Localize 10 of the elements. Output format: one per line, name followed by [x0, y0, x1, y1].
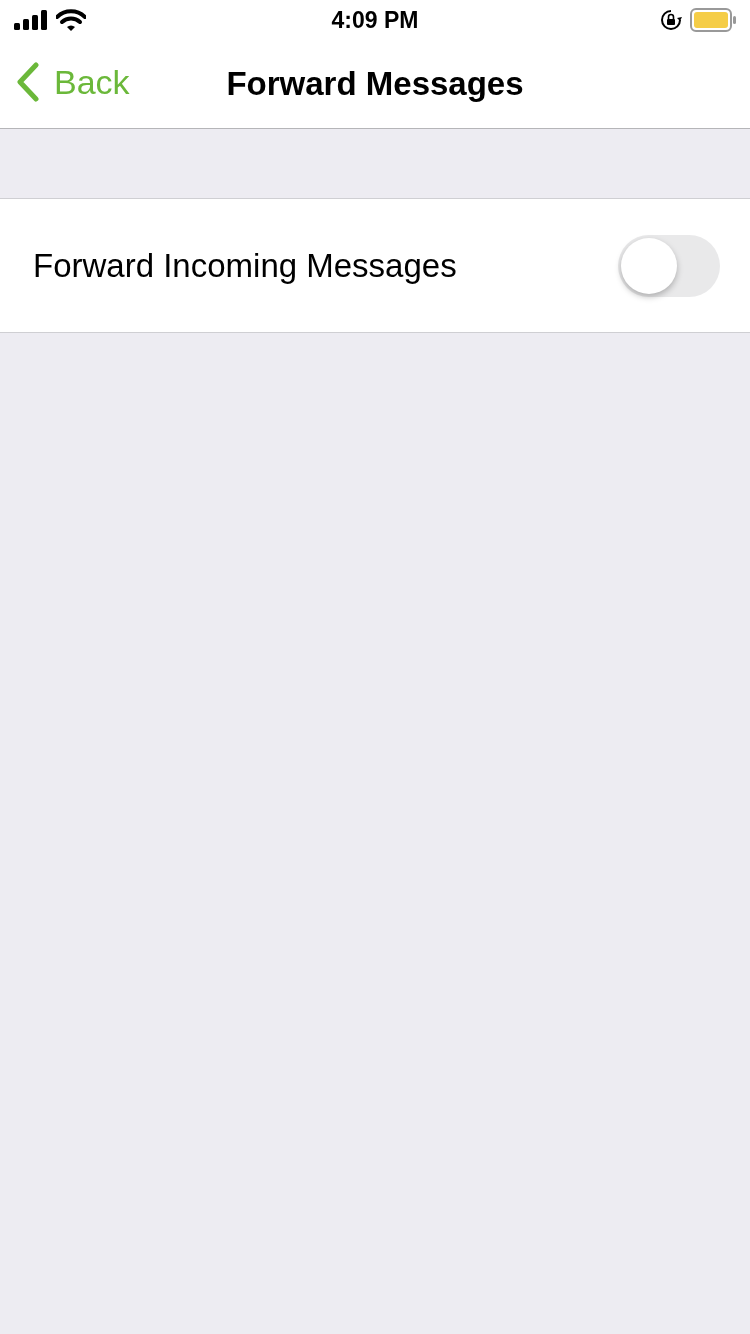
wifi-icon — [56, 9, 86, 31]
back-button[interactable]: Back — [16, 62, 130, 102]
setting-label: Forward Incoming Messages — [33, 246, 457, 285]
rotation-lock-icon — [660, 9, 682, 31]
battery-icon — [690, 8, 736, 32]
signal-icon — [14, 10, 48, 30]
screen-title: Forward Messages — [226, 65, 524, 102]
chevron-left-icon — [16, 62, 40, 102]
toggle-switch[interactable] — [618, 234, 720, 297]
clock-time: 4:09 PM — [331, 6, 419, 34]
